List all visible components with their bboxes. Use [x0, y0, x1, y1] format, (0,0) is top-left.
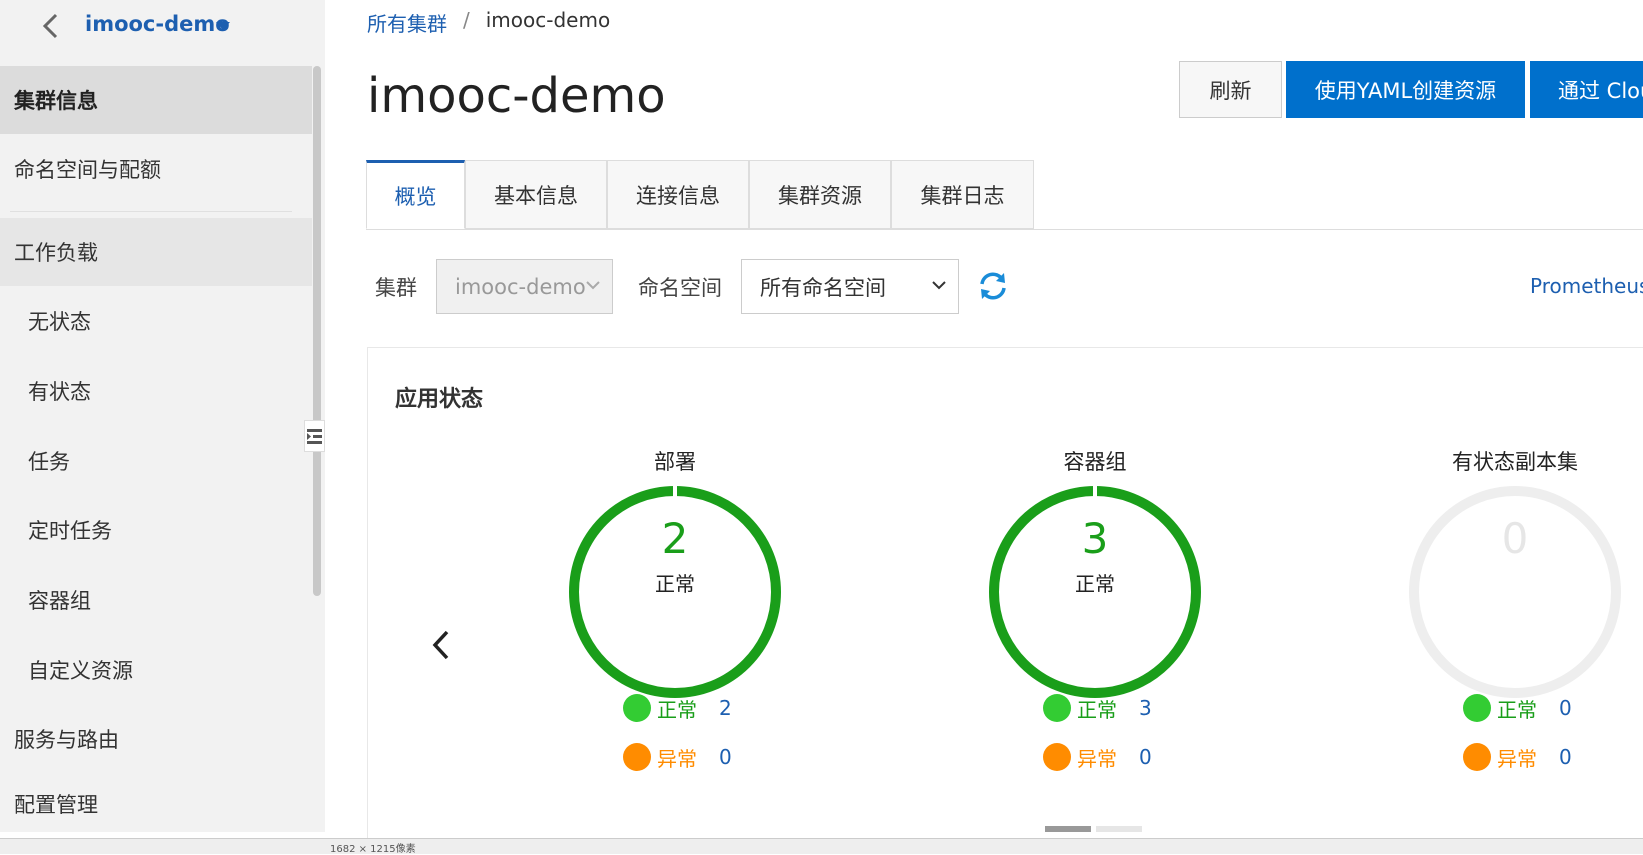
sidebar-item-cron-jobs[interactable]: 定时任务 [0, 496, 312, 564]
sidebar-item-label: 任务 [28, 450, 70, 474]
breadcrumb: 所有集群 / imooc-demo [367, 8, 610, 37]
breadcrumb-separator: / [463, 8, 470, 32]
breadcrumb-current: imooc-demo [485, 8, 611, 32]
sidebar-item-label: 服务与路由 [14, 728, 119, 752]
cluster-switcher[interactable]: imooc-demo [85, 12, 230, 36]
sidebar-item-label: 工作负载 [14, 241, 98, 265]
carousel-page-2[interactable] [1096, 826, 1142, 832]
tab-cluster-logs[interactable]: 集群日志 [891, 160, 1034, 229]
legend-abnormal-value[interactable]: 0 [719, 745, 732, 769]
sync-icon[interactable] [977, 270, 1009, 302]
legend-normal-value[interactable]: 2 [719, 696, 732, 720]
tab-overview[interactable]: 概览 [366, 160, 465, 229]
sidebar-item-pods[interactable]: 容器组 [0, 566, 312, 634]
sidebar-item-label: 无状态 [28, 310, 91, 334]
sidebar-item-label: 命名空间与配额 [14, 158, 161, 182]
sidebar-header: imooc-demo [0, 0, 325, 62]
sidebar-item-custom-resources[interactable]: 自定义资源 [0, 636, 312, 704]
legend-normal: 正常 3 [1043, 693, 1152, 723]
refresh-button[interactable]: 刷新 [1179, 61, 1282, 118]
cluster-filter-label: 集群 [375, 276, 417, 300]
normal-dot-icon [1463, 694, 1491, 722]
create-from-yaml-button[interactable]: 使用YAML创建资源 [1286, 61, 1525, 118]
carousel-page-1[interactable] [1045, 826, 1091, 832]
legend-normal-label: 正常 [1077, 697, 1117, 722]
sidebar-item-cluster-info[interactable]: 集群信息 [0, 66, 312, 134]
cluster-select-value: imooc-demo [455, 274, 586, 299]
sidebar-item-config[interactable]: 配置管理 [0, 775, 312, 832]
abnormal-dot-icon [623, 743, 651, 771]
pods-total-label: 正常 [1075, 572, 1115, 596]
sidebar-item-stateless[interactable]: 无状态 [0, 287, 312, 355]
cluster-select: imooc-demo [436, 259, 613, 314]
normal-dot-icon [1043, 694, 1071, 722]
abnormal-dot-icon [1463, 743, 1491, 771]
legend-normal-label: 正常 [657, 697, 697, 722]
pods-total: 3 [1081, 514, 1109, 563]
namespace-select[interactable]: 所有命名空间 [741, 259, 959, 314]
sidebar-item-label: 定时任务 [28, 519, 112, 543]
sidebar-scrollbar[interactable] [313, 66, 321, 596]
legend-abnormal-value[interactable]: 0 [1559, 745, 1572, 769]
sidebar-item-jobs[interactable]: 任务 [0, 427, 312, 495]
sidebar-item-label: 集群信息 [14, 89, 98, 113]
prometheus-link[interactable]: Prometheus [1530, 274, 1643, 298]
deployments-title: 部署 [654, 450, 696, 474]
chevron-down-icon [932, 281, 946, 290]
sidebar-item-services-routes[interactable]: 服务与路由 [0, 705, 312, 773]
abnormal-dot-icon [1043, 743, 1071, 771]
deployments-total: 2 [661, 514, 689, 563]
collapse-sidebar-button[interactable] [304, 420, 325, 452]
normal-dot-icon [623, 694, 651, 722]
status-bar: 1682 × 1215像素 [0, 838, 1643, 855]
sidebar: imooc-demo 集群信息 命名空间与配额 工作负载 无状态 有状态 任务 … [0, 0, 325, 832]
chevron-down-icon [586, 281, 600, 290]
legend-normal-value[interactable]: 3 [1139, 696, 1152, 720]
statefulsets-title: 有状态副本集 [1452, 450, 1578, 474]
back-arrow-icon[interactable] [40, 12, 62, 40]
namespace-filter-label: 命名空间 [638, 276, 722, 300]
tab-cluster-resources[interactable]: 集群资源 [749, 160, 891, 229]
legend-abnormal-label: 异常 [657, 746, 697, 771]
sidebar-item-stateful[interactable]: 有状态 [0, 357, 312, 425]
sidebar-item-label: 有状态 [28, 380, 91, 404]
page-title: imooc-demo [367, 68, 666, 124]
sidebar-item-label: 自定义资源 [28, 659, 133, 683]
legend-normal-value[interactable]: 0 [1559, 696, 1572, 720]
legend-abnormal-label: 异常 [1497, 746, 1537, 771]
legend-abnormal: 异常 0 [1463, 742, 1572, 772]
legend-abnormal: 异常 0 [1043, 742, 1152, 772]
sidebar-item-namespace-quota[interactable]: 命名空间与配额 [0, 135, 312, 203]
sidebar-item-label: 配置管理 [14, 792, 98, 817]
tab-connection-info[interactable]: 连接信息 [607, 160, 749, 229]
legend-normal-label: 正常 [1497, 697, 1537, 722]
app-status-title: 应用状态 [395, 387, 484, 412]
breadcrumb-all-clusters[interactable]: 所有集群 [367, 8, 447, 37]
sidebar-item-workloads[interactable]: 工作负载 [0, 218, 312, 286]
collapse-icon [307, 429, 322, 444]
legend-abnormal-value[interactable]: 0 [1139, 745, 1152, 769]
sidebar-item-label: 容器组 [28, 589, 91, 613]
caret-down-icon[interactable] [216, 22, 230, 30]
legend-normal: 正常 2 [623, 693, 732, 723]
legend-abnormal: 异常 0 [623, 742, 732, 772]
sidebar-divider [10, 211, 292, 212]
legend-abnormal-label: 异常 [1077, 746, 1117, 771]
statefulsets-total: 0 [1501, 514, 1529, 563]
image-size-text: 1682 × 1215像素 [330, 844, 416, 855]
deployments-total-label: 正常 [655, 572, 695, 596]
pods-title: 容器组 [1063, 450, 1127, 474]
chevron-left-icon[interactable] [430, 628, 452, 662]
legend-normal: 正常 0 [1463, 693, 1572, 723]
create-via-cloud-button[interactable]: 通过 Clou [1530, 61, 1643, 118]
tab-underline [366, 229, 1643, 230]
namespace-select-value: 所有命名空间 [760, 275, 886, 300]
tab-basic-info[interactable]: 基本信息 [465, 160, 607, 229]
